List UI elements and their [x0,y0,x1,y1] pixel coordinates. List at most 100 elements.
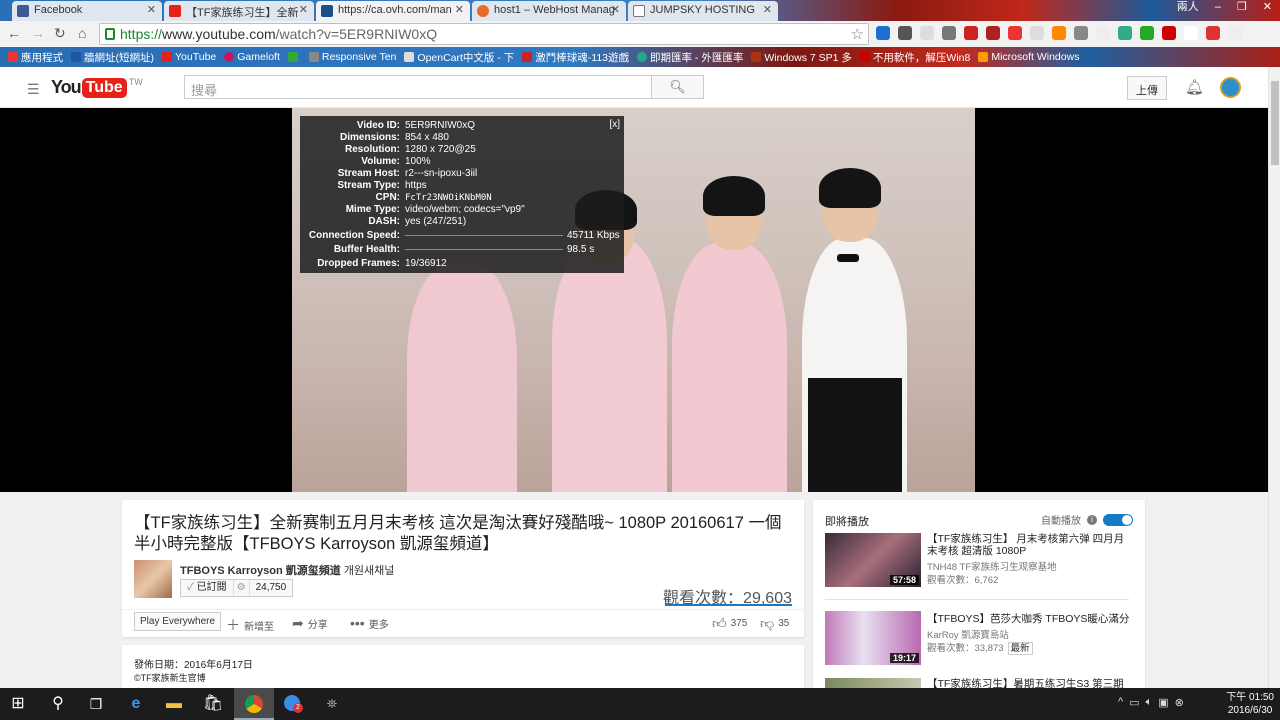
search-icon[interactable]: ⚲ [46,693,70,715]
bookmark-item[interactable]: 激鬥棒球魂-113遊戲 [522,50,629,65]
rec-title[interactable]: 【TFBOYS】芭莎大咖秀 TFBOYS暖心滿分 [927,613,1133,625]
bookmark-item[interactable]: Responsive Ten [308,51,396,63]
search-input[interactable]: 搜尋 [184,75,651,99]
bookmark-apps[interactable]: 應用程式 [8,50,63,65]
address-bar[interactable]: https://www.youtube.com/watch?v=5ER9RNIW… [99,23,869,45]
close-icon[interactable]: ✕ [611,3,620,16]
figure-shape [703,176,765,216]
chrome-taskbar-button[interactable] [234,688,274,720]
gear-icon[interactable]: ⚙ [234,580,250,596]
bookmark-star-icon[interactable]: ☆ [851,25,864,43]
tab-youtube[interactable]: 【TF家族练习生】全新 ✕ [164,1,314,21]
chrome-window-2[interactable]: 2 [282,695,303,713]
home-icon[interactable]: ⌂ [78,25,86,41]
stats-close-button[interactable]: [x] [609,119,620,130]
network-icon[interactable]: ▭ [1129,696,1139,709]
extension-icon[interactable] [1074,26,1088,40]
page-icon [633,5,645,17]
file-explorer-icon[interactable]: ▬ [162,693,186,715]
tab-webhost[interactable]: host1 – WebHost Manag ✕ [472,1,626,21]
notification-icon[interactable]: ⊗ [1175,696,1184,709]
extension-icon[interactable] [1096,26,1110,40]
forward-icon[interactable]: → [31,25,45,41]
channel-avatar[interactable] [134,560,172,598]
network-app-icon[interactable]: ⛯ [320,693,344,715]
action-center-icon[interactable]: ▣ [1158,696,1168,709]
store-icon[interactable]: 🛍︎ [201,693,225,715]
video-thumbnail[interactable]: 19:17 [825,611,921,665]
extension-icon[interactable] [920,26,934,40]
tab-facebook[interactable]: Facebook ✕ [12,1,162,21]
channel-name[interactable]: TFBOYS Karroyson 凱源玺頻道 개원새채널 [180,562,394,578]
add-to-button[interactable]: ＋ 新增至 [226,615,274,635]
extension-icon[interactable] [1140,26,1154,40]
page-scrollbar[interactable] [1268,67,1280,688]
adblock-icon[interactable] [1162,26,1176,40]
like-button[interactable]: 👍︎ 375 [712,615,747,632]
profile-name[interactable]: 兩人 [1169,0,1207,16]
extension-icon[interactable] [964,26,978,40]
bookmark-item[interactable] [287,52,301,62]
extension-icon[interactable] [1206,26,1220,40]
play-everywhere-button[interactable]: Play Everywhere [134,612,222,631]
extension-icon[interactable] [942,26,956,40]
task-view-icon[interactable]: ❐ [84,693,108,715]
bookmark-item[interactable]: Windows 7 SP1 多 [751,50,852,65]
figure-shape [819,168,881,208]
minimize-button[interactable]: – [1207,0,1229,16]
list-item[interactable]: 57:58 【TF家族练习生】 月末考核第六弹 四月月末考核 超清版 1080P… [825,533,1135,587]
tab-ovh[interactable]: https://ca.ovh.com/man ✕ [316,1,470,21]
bookmark-item[interactable]: OpenCart中文版 - 下 [404,50,514,65]
url-host: www.youtube.com [162,26,276,42]
rec-channel: KarRoy 凱源寶島站 [927,630,1009,641]
bookmark-item[interactable]: Gameloft [224,51,280,63]
bookmark-item[interactable]: Microsoft Windows [978,51,1079,63]
extension-icon[interactable] [1052,26,1066,40]
bookmark-item[interactable]: YouTube [162,51,216,63]
share-button[interactable]: ➦ 分享 [292,615,328,632]
bookmark-label: YouTube [175,51,217,63]
avatar[interactable] [1220,77,1241,98]
scrollbar-thumb[interactable] [1271,81,1279,165]
reload-icon[interactable]: ↻ [54,25,66,41]
maximize-button[interactable]: ❐ [1229,0,1255,16]
rec-title[interactable]: 【TF家族练习生】 月末考核第六弹 四月月末考核 超清版 1080P [927,533,1133,557]
windows-start-icon[interactable]: ⊞ [6,693,30,715]
extension-icon[interactable] [1118,26,1132,40]
upload-button[interactable]: 上傳 [1127,76,1167,100]
chevron-up-icon[interactable]: ^ [1118,696,1123,709]
more-button[interactable]: ••• 更多 [350,615,389,631]
autoplay-toggle[interactable] [1103,513,1133,526]
menu-icon[interactable] [1228,26,1242,40]
close-window-button[interactable]: ✕ [1255,0,1280,16]
video-player[interactable] [0,108,1268,492]
clock[interactable]: 下午 01:50 2016/6/30 [1226,691,1274,717]
extension-icon[interactable] [986,26,1000,40]
youtube-logo[interactable]: You Tube TW [51,77,143,98]
extension-icon[interactable] [1008,26,1022,40]
close-icon[interactable]: ✕ [455,3,464,16]
extension-icon[interactable] [1030,26,1044,40]
notifications-bell-icon[interactable]: 🔔︎ [1185,78,1204,96]
figure-shape [552,238,667,492]
volume-icon[interactable]: 🔈︎ [1146,696,1153,709]
subscribe-button[interactable]: ✓ 已訂閱 ⚙ 24,750 [180,579,294,597]
close-icon[interactable]: ✕ [299,3,308,16]
video-thumbnail[interactable]: 57:58 [825,533,921,587]
extension-icon[interactable] [1184,26,1198,40]
bookmark-item[interactable]: 牆網址(短網址) [71,50,154,65]
hamburger-menu-icon[interactable]: ☰ [27,81,40,98]
bookmark-item[interactable]: 不用軟件，解压Win8 [859,50,970,65]
extension-icon[interactable] [898,26,912,40]
dislike-button[interactable]: 👎︎ 35 [760,615,789,632]
bookmark-item[interactable]: 即期匯率 - 外匯匯率 [637,50,743,65]
close-icon[interactable]: ✕ [147,3,156,16]
back-icon[interactable]: ← [7,25,21,41]
list-item[interactable]: 19:17 【TFBOYS】芭莎大咖秀 TFBOYS暖心滿分 KarRoy 凱源… [825,611,1135,665]
close-icon[interactable]: ✕ [763,3,772,16]
edge-icon[interactable]: e [124,693,148,715]
tab-jumpsky[interactable]: JUMPSKY HOSTING ✕ [628,1,778,21]
info-icon[interactable]: i [1087,514,1097,525]
search-button[interactable]: 🔍︎ [651,75,704,99]
extension-icon[interactable] [876,26,890,40]
